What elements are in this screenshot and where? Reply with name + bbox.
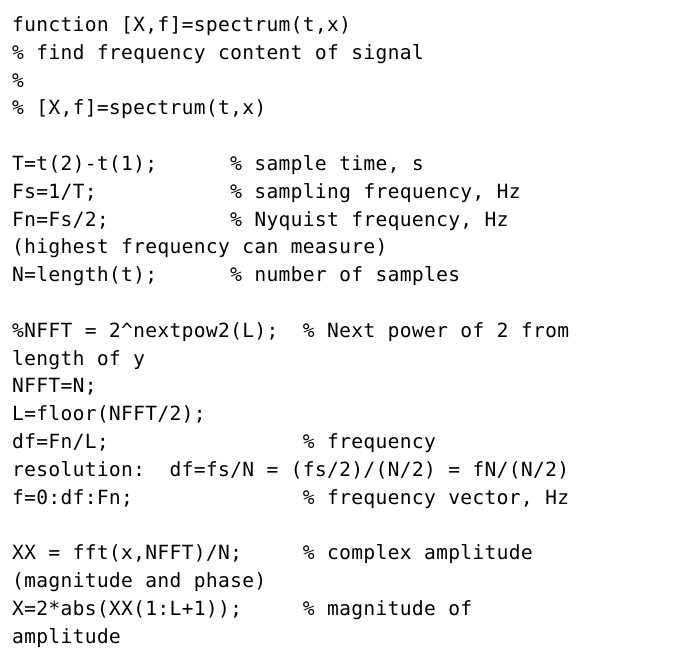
- code-line: resolution: df=fs/N = (fs/2)/(N/2) = fN/…: [12, 457, 570, 481]
- code-line: X=2*abs(XX(1:L+1)); % magnitude of: [12, 596, 473, 620]
- code-line: f=0:df:Fn; % frequency vector, Hz: [12, 485, 570, 509]
- code-line: (magnitude and phase): [12, 568, 267, 592]
- code-line: % [X,f]=spectrum(t,x): [12, 96, 267, 120]
- code-line: NFFT=N;: [12, 374, 97, 398]
- code-line: N=length(t); % number of samples: [12, 263, 461, 287]
- code-line: Fn=Fs/2; % Nyquist frequency, Hz: [12, 207, 509, 231]
- code-line: T=t(2)-t(1); % sample time, s: [12, 151, 424, 175]
- code-line: %NFFT = 2^nextpow2(L); % Next power of 2…: [12, 318, 570, 342]
- code-line: df=Fn/L; % frequency: [12, 429, 437, 453]
- code-line: XX = fft(x,NFFT)/N; % complex amplitude: [12, 541, 534, 565]
- code-listing: function [X,f]=spectrum(t,x) % find freq…: [0, 0, 700, 648]
- code-line: %: [12, 68, 25, 92]
- code-line: % find frequency content of signal: [12, 40, 424, 64]
- code-line: L=floor(NFFT/2);: [12, 402, 206, 426]
- code-line: length of y: [12, 346, 146, 370]
- code-line: Fs=1/T; % sampling frequency, Hz: [12, 179, 521, 203]
- code-line: function [X,f]=spectrum(t,x): [12, 13, 352, 36]
- code-line: (highest frequency can measure): [12, 235, 388, 259]
- code-line: amplitude: [12, 624, 122, 648]
